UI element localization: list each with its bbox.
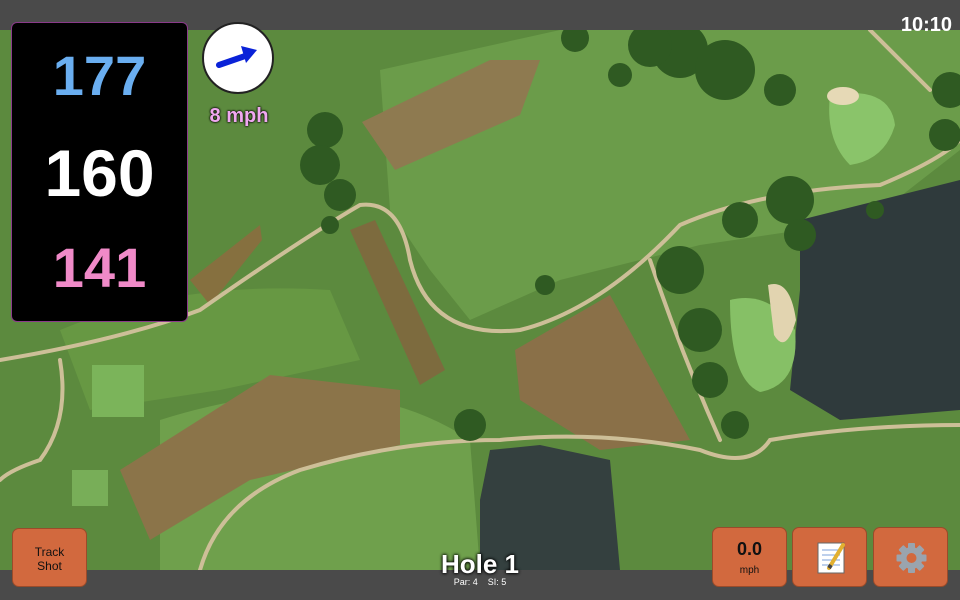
hole-title: Hole 1 <box>440 549 520 579</box>
track-shot-button[interactable]: Track Shot <box>12 528 87 587</box>
speed-value: 0.0 <box>736 539 763 559</box>
hole-details: Par: 4 SI: 5 <box>380 577 580 587</box>
hole-par: Par: 4 <box>453 577 478 587</box>
distance-front: 141 <box>52 236 147 299</box>
speed-unit: mph <box>739 565 760 576</box>
distance-panel: 177 160 141 <box>11 22 188 322</box>
wind-speed-label: 8 mph <box>209 105 269 127</box>
bunker <box>827 87 859 105</box>
tee-box <box>72 470 108 506</box>
gear-icon <box>896 543 927 573</box>
distance-center: 160 <box>44 136 155 210</box>
clock-time: 10:10 <box>900 14 952 36</box>
wind-direction-arrow-icon <box>216 46 257 68</box>
tee-box <box>92 365 144 417</box>
wind-indicator <box>202 22 274 94</box>
distance-back: 177 <box>52 44 147 107</box>
speed-button[interactable]: 0.0 mph <box>712 527 787 587</box>
track-shot-label: Track Shot <box>34 545 65 573</box>
hole-stroke-index: SI: 5 <box>487 577 507 587</box>
settings-button[interactable] <box>873 527 948 587</box>
notes-button[interactable] <box>792 527 867 587</box>
notepad-icon <box>817 542 845 574</box>
